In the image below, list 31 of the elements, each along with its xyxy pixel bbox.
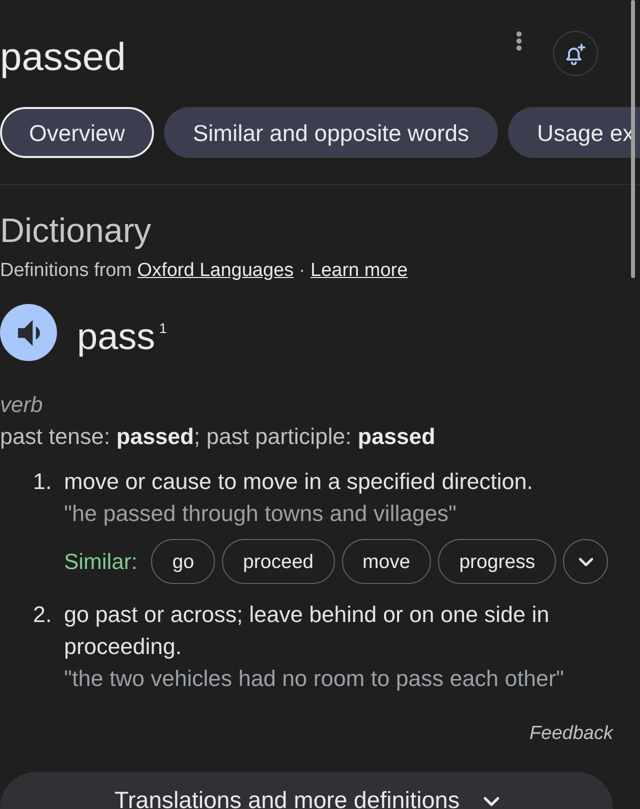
list-number: 2. [33,602,52,627]
scrollbar[interactable] [631,0,635,278]
synonym-chip[interactable]: go [151,539,216,584]
definition: go past or across; leave behind or on one side in proceeding. [64,601,550,661]
synonym-chip[interactable]: move [342,539,432,584]
source-line: Definitions from Oxford Languages · Learn more [0,259,409,283]
source-link[interactable]: Oxford Languages [137,260,294,281]
more-definitions-button[interactable]: Translations and more definitions [0,772,613,809]
learn-more-link[interactable]: Learn more [310,260,408,281]
definition: move or cause to move in a specified direction. [64,468,534,496]
list-number: 1. [33,469,52,494]
speaker-icon [18,320,40,346]
tab[interactable]: Similar and opposite words [164,107,498,158]
feedback-link[interactable]: Feedback [530,722,613,746]
chevron-down-icon [578,558,593,566]
synonym-chip[interactable]: proceed [222,539,335,584]
example-sentence: "he passed through towns and villages" [64,500,458,528]
example-sentence: "the two vehicles had no room to pass each other" [64,665,566,693]
page-title: passed [0,35,126,81]
part-of-speech: verb [0,391,44,419]
chevron-down-icon [484,797,499,806]
section-heading: Dictionary [0,211,152,251]
more-options-icon[interactable] [516,31,522,51]
inflections: past tense: passed; past participle: passed [0,423,436,451]
similar-label: Similar: [64,548,138,576]
notification-button[interactable] [553,31,598,76]
expand-button[interactable] [563,539,608,584]
synonym-chip[interactable]: progress [438,539,556,584]
headword: pass$^{1}$ [77,315,167,359]
bell-plus-icon [565,42,586,64]
tab[interactable]: Overview [0,107,154,158]
